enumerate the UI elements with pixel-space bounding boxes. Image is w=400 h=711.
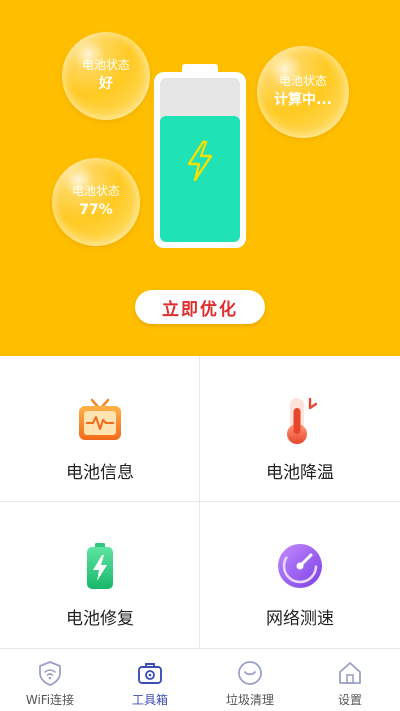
tool-battery-cooling[interactable]: 电池降温 — [200, 356, 400, 502]
tool-label: 网络测速 — [266, 609, 334, 629]
speedometer-icon — [278, 544, 322, 588]
tab-settings[interactable]: 设置 — [300, 649, 400, 711]
battery-status-bubble-calculating: 电池状态 计算中... — [257, 46, 349, 138]
toolbox-icon — [138, 663, 162, 684]
lightning-bolt-icon — [187, 140, 213, 182]
battery-graphic — [154, 64, 246, 248]
tool-battery-repair[interactable]: 电池修复 — [0, 502, 200, 648]
tool-label: 电池信息 — [66, 463, 134, 483]
clean-icon — [238, 661, 262, 685]
bubble-value: 计算中... — [274, 92, 332, 108]
tool-label: 电池降温 — [266, 463, 334, 483]
bubble-label: 电池状态 — [278, 74, 327, 88]
tab-label: 设置 — [337, 693, 362, 707]
tools-grid: 电池信息 电池降温 电池修复 网络测速 — [0, 356, 400, 648]
battery-info-icon — [79, 398, 121, 440]
thermometer-icon — [287, 397, 318, 444]
tool-label: 电池修复 — [66, 609, 134, 629]
tab-toolbox[interactable]: 工具箱 — [100, 649, 200, 711]
bottom-tab-bar: WiFi连接 工具箱 垃圾清理 设置 — [0, 648, 400, 711]
bubble-value: 77% — [79, 202, 113, 218]
battery-inner — [160, 78, 240, 242]
bubble-value: 好 — [99, 76, 113, 92]
wifi-shield-icon — [39, 661, 61, 686]
bubble-label: 电池状态 — [71, 184, 120, 198]
optimize-now-button[interactable]: 立即优化 — [135, 290, 265, 324]
home-settings-icon — [339, 662, 361, 684]
tab-wifi-connect[interactable]: WiFi连接 — [0, 649, 100, 711]
tab-label: 工具箱 — [131, 693, 168, 707]
battery-body — [154, 72, 246, 248]
bubble-label: 电池状态 — [81, 58, 130, 72]
tool-battery-info[interactable]: 电池信息 — [0, 356, 200, 502]
battery-status-bubble-condition: 电池状态 好 — [62, 32, 150, 120]
tool-network-speed-test[interactable]: 网络测速 — [200, 502, 400, 648]
battery-status-bubble-level: 电池状态 77% — [52, 158, 140, 246]
hero-panel: 电池状态 好 电池状态 77% 电池状态 计算中... 立即优化 — [0, 0, 400, 356]
tab-label: 垃圾清理 — [225, 693, 274, 707]
tab-label: WiFi连接 — [25, 693, 75, 707]
tab-junk-clean[interactable]: 垃圾清理 — [200, 649, 300, 711]
battery-repair-icon — [87, 543, 113, 589]
